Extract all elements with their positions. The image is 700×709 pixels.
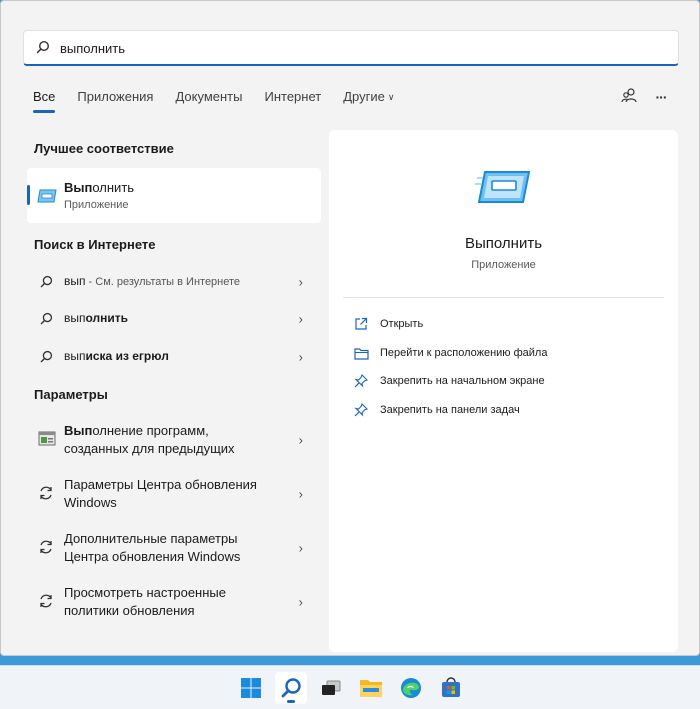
tab-internet[interactable]: Интернет bbox=[264, 87, 321, 111]
web-result-item[interactable]: выписка из егрюл › bbox=[27, 339, 321, 375]
more-options-button[interactable]: ··· bbox=[649, 87, 673, 107]
start-search-panel: Все Приложения Документы Интернет Другие… bbox=[0, 0, 700, 656]
open-external-icon bbox=[353, 316, 369, 332]
edge-browser-icon[interactable] bbox=[395, 672, 427, 704]
web-result-item[interactable]: вып - См. результаты в Интернете › bbox=[27, 264, 321, 300]
best-match-item[interactable]: Выполнить Приложение bbox=[27, 168, 321, 223]
active-indicator bbox=[287, 700, 295, 703]
chevron-right-icon: › bbox=[298, 432, 303, 448]
tab-documents[interactable]: Документы bbox=[175, 87, 242, 111]
detail-title: Выполнить bbox=[464, 235, 543, 252]
settings-item-label: Дополнительные параметры Центра обновлени… bbox=[64, 531, 241, 564]
divider bbox=[343, 297, 664, 298]
action-open-file-location[interactable]: Перейти к расположению файла bbox=[353, 343, 547, 363]
settings-heading: Параметры bbox=[34, 387, 108, 402]
action-label: Закрепить на панели задач bbox=[380, 404, 520, 416]
web-result-text: выписка из егрюл bbox=[64, 349, 169, 363]
toolbar-right bbox=[617, 87, 641, 107]
sync-icon bbox=[38, 485, 54, 506]
settings-item-label: Просмотреть настроенные политики обновлен… bbox=[64, 585, 226, 618]
best-match-heading: Лучшее соответствие bbox=[34, 141, 174, 156]
search-icon bbox=[40, 275, 53, 293]
file-explorer-icon[interactable] bbox=[355, 672, 387, 704]
filter-tabs: Все Приложения Документы Интернет Другие… bbox=[33, 87, 416, 113]
search-icon bbox=[40, 350, 53, 368]
detail-subtitle: Приложение bbox=[471, 259, 536, 271]
settings-item-label: Параметры Центра обновления Windows bbox=[64, 477, 257, 510]
tab-label: Другие bbox=[343, 89, 385, 104]
search-input[interactable] bbox=[60, 38, 660, 58]
action-label: Перейти к расположению файла bbox=[380, 347, 548, 359]
search-icon bbox=[36, 40, 50, 59]
tab-apps[interactable]: Приложения bbox=[77, 87, 153, 111]
people-icon bbox=[621, 87, 637, 108]
windows-start-icon[interactable] bbox=[235, 672, 267, 704]
pin-icon bbox=[353, 373, 369, 389]
sync-icon bbox=[38, 539, 54, 560]
sync-icon bbox=[38, 593, 54, 614]
chevron-right-icon: › bbox=[298, 486, 303, 502]
store-icon[interactable] bbox=[435, 672, 467, 704]
tab-label: Приложения bbox=[77, 89, 154, 104]
pin-icon bbox=[353, 402, 369, 418]
settings-item-advanced-update[interactable]: Дополнительные параметры Центра обновлени… bbox=[27, 522, 321, 574]
settings-item-label: Выполнение программ, созданных для предыд… bbox=[64, 423, 235, 456]
action-label: Открыть bbox=[380, 318, 424, 330]
settings-item-windows-update[interactable]: Параметры Центра обновления Windows › bbox=[27, 468, 321, 520]
action-open[interactable]: Открыть bbox=[353, 314, 423, 334]
tab-label: Документы bbox=[175, 89, 243, 104]
tab-label: Интернет bbox=[264, 89, 322, 104]
web-result-text: вып - См. результаты в Интернете bbox=[64, 274, 241, 288]
chevron-right-icon: › bbox=[298, 311, 303, 327]
taskbar bbox=[0, 665, 700, 709]
tab-label: Все bbox=[33, 89, 56, 104]
compatibility-icon bbox=[38, 431, 56, 452]
chevron-right-icon: › bbox=[298, 349, 303, 365]
ellipsis-icon: ··· bbox=[655, 89, 668, 105]
run-app-icon bbox=[37, 188, 57, 209]
chevron-right-icon: › bbox=[298, 274, 303, 290]
people-button[interactable] bbox=[617, 87, 641, 107]
search-icon bbox=[40, 312, 53, 330]
chevron-down-icon: ∨ bbox=[387, 92, 395, 102]
folder-icon bbox=[353, 345, 369, 361]
settings-item-update-policies[interactable]: Просмотреть настроенные политики обновлен… bbox=[27, 576, 321, 628]
action-pin-start[interactable]: Закрепить на начальном экране bbox=[353, 371, 545, 391]
chevron-right-icon: › bbox=[298, 540, 303, 556]
web-search-heading: Поиск в Интернете bbox=[34, 237, 156, 252]
run-app-icon bbox=[475, 168, 531, 213]
search-icon[interactable] bbox=[275, 672, 307, 704]
web-result-text: выполнить bbox=[64, 311, 129, 325]
best-match-type: Приложение bbox=[64, 199, 129, 211]
settings-item-compatibility[interactable]: Выполнение программ, созданных для предыд… bbox=[27, 414, 321, 466]
tab-other[interactable]: Другие ∨ bbox=[343, 87, 394, 111]
action-label: Закрепить на начальном экране bbox=[380, 375, 545, 387]
detail-pane: Выполнить Приложение Открыть Перейти к р… bbox=[329, 130, 678, 652]
action-pin-taskbar[interactable]: Закрепить на панели задач bbox=[353, 400, 520, 420]
web-result-item[interactable]: выполнить › bbox=[27, 301, 321, 337]
toolbar-more: ··· bbox=[649, 87, 673, 107]
chevron-right-icon: › bbox=[298, 594, 303, 610]
tab-all[interactable]: Все bbox=[33, 87, 56, 113]
task-view-icon[interactable] bbox=[315, 672, 347, 704]
best-match-name: Выполнить bbox=[64, 180, 135, 195]
search-box[interactable] bbox=[23, 30, 679, 66]
